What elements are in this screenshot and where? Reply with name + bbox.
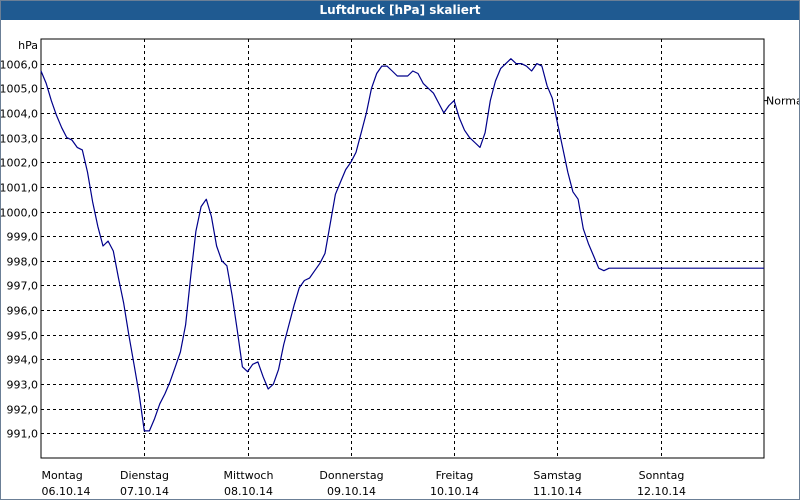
x-tick-day: Sonntag [639,469,685,482]
y-tick-label: 1000,0 [1,207,38,220]
chart-area: 991,0 992,0 993,0 994,0 995,0 996,0 997,0 998,0… [1,38,799,498]
x-tick-date: 10.10.14 [430,485,479,498]
y-tick-label: 1005,0 [1,83,38,96]
y-tick-label: 1006,0 [1,59,38,72]
y-tick-label: 1001,0 [1,182,38,195]
x-tick-day: Mittwoch [224,469,274,482]
x-tick-day: Samstag [533,469,581,482]
x-tick-date: 08.10.14 [224,485,273,498]
y-tick-label: 995,0 [7,330,39,343]
y-tick-label: 998,0 [7,256,39,269]
x-tick-day: Freitag [436,469,474,482]
y-tick-label: 999,0 [7,231,39,244]
y-tick-label: 997,0 [7,280,39,293]
chart-window: Luftdruck [hPa] skaliert 991,0 992,0 993,0… [0,0,800,500]
x-tick-day: Dienstag [120,469,169,482]
x-tick-date: 12.10.14 [637,485,686,498]
y-tick-label: 991,0 [7,428,39,441]
y-axis-label: hPa [18,39,38,52]
x-tick-date: 07.10.14 [120,485,169,498]
y-tick-label: 992,0 [7,404,39,417]
x-tick-day: Montag [42,469,83,482]
reference-line-label: Normal [766,95,799,108]
y-tick-label: 993,0 [7,379,39,392]
y-tick-label: 996,0 [7,305,39,318]
pressure-series-line [40,58,764,432]
y-tick-label: 1003,0 [1,133,38,146]
x-tick-date: 11.10.14 [533,485,582,498]
x-tick-date: 06.10.14 [42,485,91,498]
x-tick-date: 09.10.14 [327,485,376,498]
plot-area-border [40,38,765,459]
y-tick-label: 1002,0 [1,157,38,170]
x-tick-day: Donnerstag [319,469,383,482]
y-tick-label: 994,0 [7,354,39,367]
y-tick-label: 1004,0 [1,108,38,121]
